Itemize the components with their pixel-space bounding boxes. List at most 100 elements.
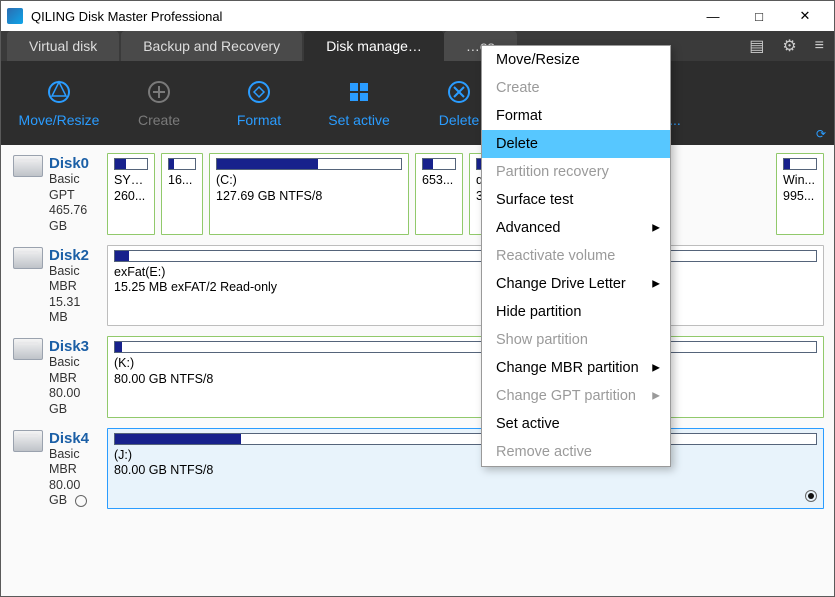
window-close-button[interactable]: ✕ xyxy=(782,1,828,31)
disk-label[interactable]: Disk4 Basic MBR 80.00 GB xyxy=(11,428,101,510)
tool-label: Move/Resize xyxy=(9,112,109,128)
window-maximize-button[interactable]: □ xyxy=(736,1,782,31)
gear-icon[interactable]: ⚙ xyxy=(778,36,800,56)
disk-icon xyxy=(13,338,43,360)
menu-item-show-partition: Show partition xyxy=(482,326,670,354)
tool-icon xyxy=(445,78,473,106)
disk-label[interactable]: Disk2 Basic MBR 15.31 MB xyxy=(11,245,101,327)
menu-item-label: Delete xyxy=(496,136,538,152)
partition-strip: (K:) 80.00 GB NTFS/8 xyxy=(107,336,824,418)
disk-size: 80.00 GB xyxy=(49,478,101,509)
menu-item-reactivate-volume: Reactivate volume xyxy=(482,242,670,270)
partition[interactable]: SYS... 260... xyxy=(107,153,155,235)
tool-create: Create xyxy=(109,78,209,128)
partition-size: 995... xyxy=(783,189,817,205)
menu-item-delete[interactable]: Delete xyxy=(482,130,670,158)
tool-icon xyxy=(245,78,273,106)
disk-type: Basic MBR xyxy=(49,355,101,386)
disk-icon xyxy=(13,155,43,177)
disk-label[interactable]: Disk3 Basic MBR 80.00 GB xyxy=(11,336,101,418)
context-menu: Move/Resize Create Format Delete Partition r… xyxy=(481,45,671,467)
tab-backup-and-recovery[interactable]: Backup and Recovery xyxy=(121,31,302,61)
toolbar: Move/ResizeCreateFormatSet activeDelete…… xyxy=(1,61,834,145)
menu-item-hide-partition[interactable]: Hide partition xyxy=(482,298,670,326)
partition[interactable]: Win... 995... xyxy=(776,153,824,235)
tab-strip: Virtual diskBackup and RecoveryDisk mana… xyxy=(1,31,834,61)
disk-row: Disk3 Basic MBR 80.00 GB (K:) 80.00 GB N… xyxy=(11,336,824,418)
menu-icon[interactable]: ≡ xyxy=(811,37,828,55)
menu-item-label: Partition recovery xyxy=(496,164,609,180)
partition-strip: exFat(E:) 15.25 MB exFAT/2 Read-only xyxy=(107,245,824,327)
partition-size: 16... xyxy=(168,173,196,189)
disk-row: Disk0 Basic GPT 465.76 GB SYS... 260... … xyxy=(11,153,824,235)
disk-icon xyxy=(13,247,43,269)
menu-item-label: Change GPT partition xyxy=(496,388,636,404)
partition-size: 127.69 GB NTFS/8 xyxy=(216,189,402,205)
partition-label: Win... xyxy=(783,173,817,189)
menu-item-label: Create xyxy=(496,80,540,96)
window-minimize-button[interactable]: — xyxy=(690,1,736,31)
app-title: QILING Disk Master Professional xyxy=(31,9,690,24)
tool-set-active[interactable]: Set active xyxy=(309,78,409,128)
tool-move-resize[interactable]: Move/Resize xyxy=(9,78,109,128)
disk-name: Disk3 xyxy=(49,338,101,355)
usage-bar xyxy=(422,158,456,170)
menu-item-advanced[interactable]: Advanced▶ xyxy=(482,214,670,242)
disk-icon xyxy=(13,430,43,452)
menu-item-label: Reactivate volume xyxy=(496,248,615,264)
disk-type: Basic GPT xyxy=(49,172,101,203)
chevron-right-icon: ▶ xyxy=(652,363,660,374)
partition-size: 653... xyxy=(422,173,456,189)
usage-bar xyxy=(114,158,148,170)
partition-label: (C:) xyxy=(216,173,402,189)
disk-row: Disk4 Basic MBR 80.00 GB (J:) 80.00 GB N… xyxy=(11,428,824,510)
menu-item-label: Change MBR partition xyxy=(496,360,639,376)
list-icon[interactable]: ▤ xyxy=(745,36,768,56)
partition-label: (J:) xyxy=(114,448,817,464)
usage-bar xyxy=(114,250,817,262)
app-icon xyxy=(7,8,23,24)
menu-item-label: Hide partition xyxy=(496,304,581,320)
menu-item-create: Create xyxy=(482,74,670,102)
tab-disk-manage-[interactable]: Disk manage… xyxy=(304,31,444,61)
menu-item-partition-recovery: Partition recovery xyxy=(482,158,670,186)
disk-row: Disk2 Basic MBR 15.31 MB exFat(E:) 15.25… xyxy=(11,245,824,327)
menu-item-label: Move/Resize xyxy=(496,52,580,68)
partition[interactable]: (K:) 80.00 GB NTFS/8 xyxy=(107,336,824,418)
usage-bar xyxy=(216,158,402,170)
partition-label: SYS... xyxy=(114,173,148,189)
radio-icon[interactable] xyxy=(75,495,87,507)
usage-bar xyxy=(168,158,196,170)
disk-label[interactable]: Disk0 Basic GPT 465.76 GB xyxy=(11,153,101,235)
disk-name: Disk0 xyxy=(49,155,101,172)
tool-label: Set active xyxy=(309,112,409,128)
menu-item-label: Format xyxy=(496,108,542,124)
usage-bar xyxy=(114,433,817,445)
partition[interactable]: 653... xyxy=(415,153,463,235)
partition[interactable]: exFat(E:) 15.25 MB exFAT/2 Read-only xyxy=(107,245,824,327)
menu-item-surface-test[interactable]: Surface test xyxy=(482,186,670,214)
usage-bar xyxy=(114,341,817,353)
disk-list: Disk0 Basic GPT 465.76 GB SYS... 260... … xyxy=(1,145,834,596)
chevron-right-icon: ▶ xyxy=(652,391,660,402)
tool-icon xyxy=(345,78,373,106)
partition[interactable]: (J:) 80.00 GB NTFS/8 xyxy=(107,428,824,510)
menu-item-set-active[interactable]: Set active xyxy=(482,410,670,438)
menu-item-change-mbr-partition[interactable]: Change MBR partition ▶ xyxy=(482,354,670,382)
partition[interactable]: 16... xyxy=(161,153,203,235)
partition-label: (K:) xyxy=(114,356,817,372)
status-refresh-icon[interactable]: ⟳ xyxy=(816,127,826,141)
menu-item-change-drive-letter[interactable]: Change Drive Letter▶ xyxy=(482,270,670,298)
disk-type: Basic MBR xyxy=(49,264,101,295)
tool-format[interactable]: Format xyxy=(209,78,309,128)
menu-item-move-resize[interactable]: Move/Resize xyxy=(482,46,670,74)
menu-item-format[interactable]: Format xyxy=(482,102,670,130)
menu-item-label: Set active xyxy=(496,416,560,432)
partition-strip: (J:) 80.00 GB NTFS/8 xyxy=(107,428,824,510)
tab-virtual-disk[interactable]: Virtual disk xyxy=(7,31,119,61)
tool-label: Create xyxy=(109,112,209,128)
partition[interactable]: (C:) 127.69 GB NTFS/8 xyxy=(209,153,409,235)
menu-item-label: Remove active xyxy=(496,444,592,460)
partition-label: exFat(E:) xyxy=(114,265,817,281)
radio-icon[interactable] xyxy=(805,490,817,502)
